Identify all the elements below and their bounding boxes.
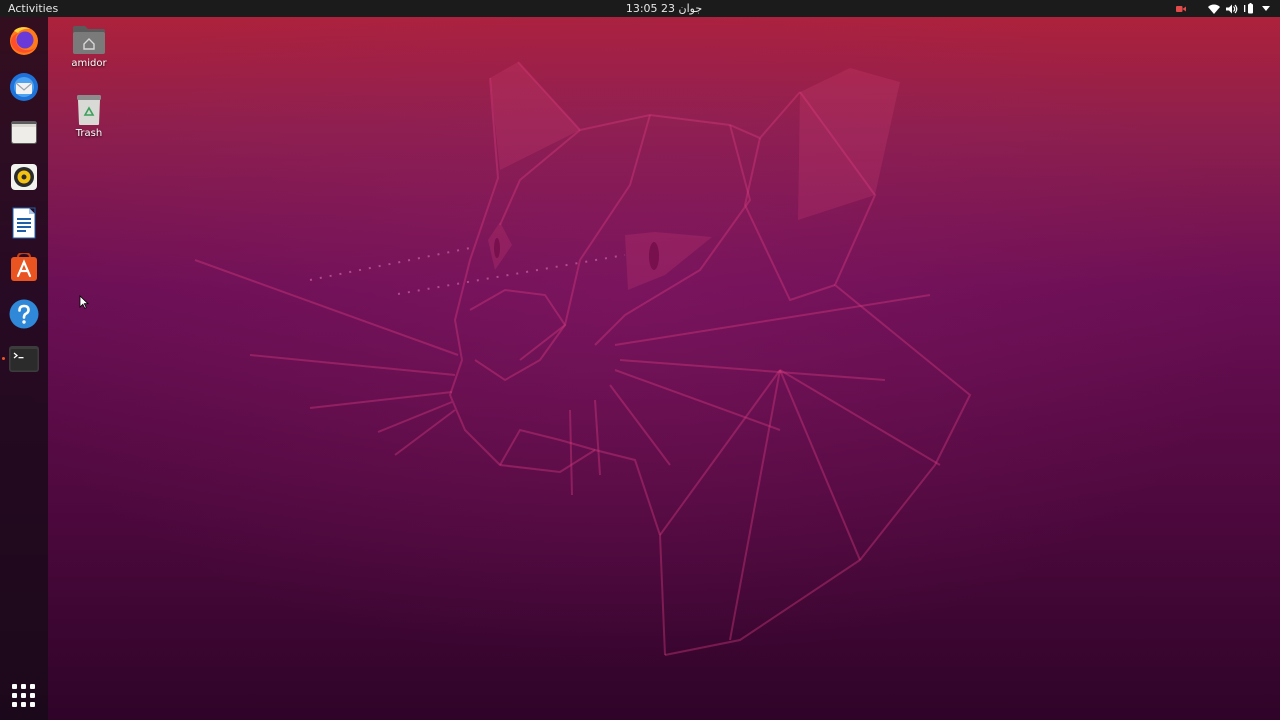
home-folder-icon <box>73 26 105 54</box>
battery-icon[interactable] <box>1243 0 1257 17</box>
desktop-icon-trash[interactable]: Trash <box>59 94 119 139</box>
trash-icon <box>77 95 101 125</box>
dock-item-libreoffice-writer[interactable] <box>6 205 42 241</box>
firefox-icon <box>10 27 38 55</box>
mouse-pointer-icon <box>79 295 89 309</box>
running-indicator-dot <box>2 357 5 360</box>
desktop-icon-label: amidor <box>71 58 107 69</box>
dock-item-files[interactable] <box>6 114 42 150</box>
dock-item-terminal[interactable] <box>6 341 42 377</box>
dock-item-thunderbird[interactable] <box>6 69 42 105</box>
dock-item-help[interactable] <box>6 296 42 332</box>
camera-indicator-icon[interactable] <box>1174 0 1188 17</box>
show-applications-button[interactable] <box>12 684 36 708</box>
desktop-icon-home[interactable]: amidor <box>59 24 119 69</box>
apps-grid-icon <box>12 684 17 689</box>
dock <box>0 17 48 720</box>
rhythmbox-icon <box>11 164 37 190</box>
files-icon <box>11 121 37 144</box>
volume-icon[interactable] <box>1225 0 1239 17</box>
thunderbird-icon <box>10 73 38 101</box>
help-icon <box>9 299 39 329</box>
wallpaper-fossa-art <box>194 61 972 656</box>
dock-item-rhythmbox[interactable] <box>6 159 42 195</box>
ubuntu-software-icon <box>11 253 37 281</box>
wifi-icon[interactable] <box>1207 0 1221 17</box>
clock-date-menu[interactable]: جوان 23 13:05 <box>600 0 728 17</box>
activities-button[interactable]: Activities <box>8 0 58 17</box>
top-bar: Activities جوان 23 13:05 <box>0 0 1280 17</box>
desktop-icon-label: Trash <box>75 128 103 139</box>
terminal-icon <box>9 346 39 372</box>
desktop-screen[interactable]: Activities جوان 23 13:05 amidor Trash <box>0 0 1280 720</box>
libreoffice-writer-icon <box>12 207 36 239</box>
dock-item-firefox[interactable] <box>6 23 42 59</box>
system-menu-chevron-icon[interactable] <box>1260 0 1272 17</box>
dock-item-ubuntu-software[interactable] <box>6 250 42 286</box>
